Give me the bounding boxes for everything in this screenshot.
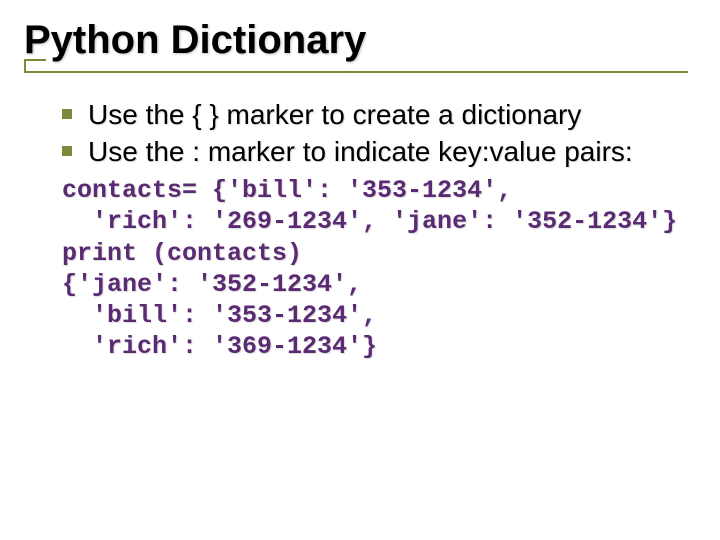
title-rule-notch-h (24, 59, 46, 61)
slide-body: Use the { } marker to create a dictionar… (24, 97, 696, 363)
code-block: contacts= {'bill': '353-1234', 'rich': '… (62, 175, 696, 363)
title-area: Python Dictionary (24, 18, 696, 69)
square-bullet-icon (62, 146, 72, 156)
bullet-text: Use the { } marker to create a dictionar… (88, 97, 696, 132)
code-line: print (contacts) (62, 239, 302, 268)
slide-title: Python Dictionary (24, 18, 696, 63)
code-line: 'rich': '269-1234', 'jane': '352-1234'} (62, 207, 677, 236)
bullet-text: Use the : marker to indicate key:value p… (88, 134, 696, 169)
code-line: 'rich': '369-1234'} (62, 332, 377, 361)
square-bullet-icon (62, 109, 72, 119)
code-line: contacts= {'bill': '353-1234', (62, 176, 512, 205)
title-underline (24, 71, 688, 73)
bullet-item: Use the { } marker to create a dictionar… (62, 97, 696, 132)
code-line: {'jane': '352-1234', (62, 270, 362, 299)
slide: Python Dictionary Use the { } marker to … (0, 0, 720, 540)
code-line: 'bill': '353-1234', (62, 301, 377, 330)
bullet-item: Use the : marker to indicate key:value p… (62, 134, 696, 169)
